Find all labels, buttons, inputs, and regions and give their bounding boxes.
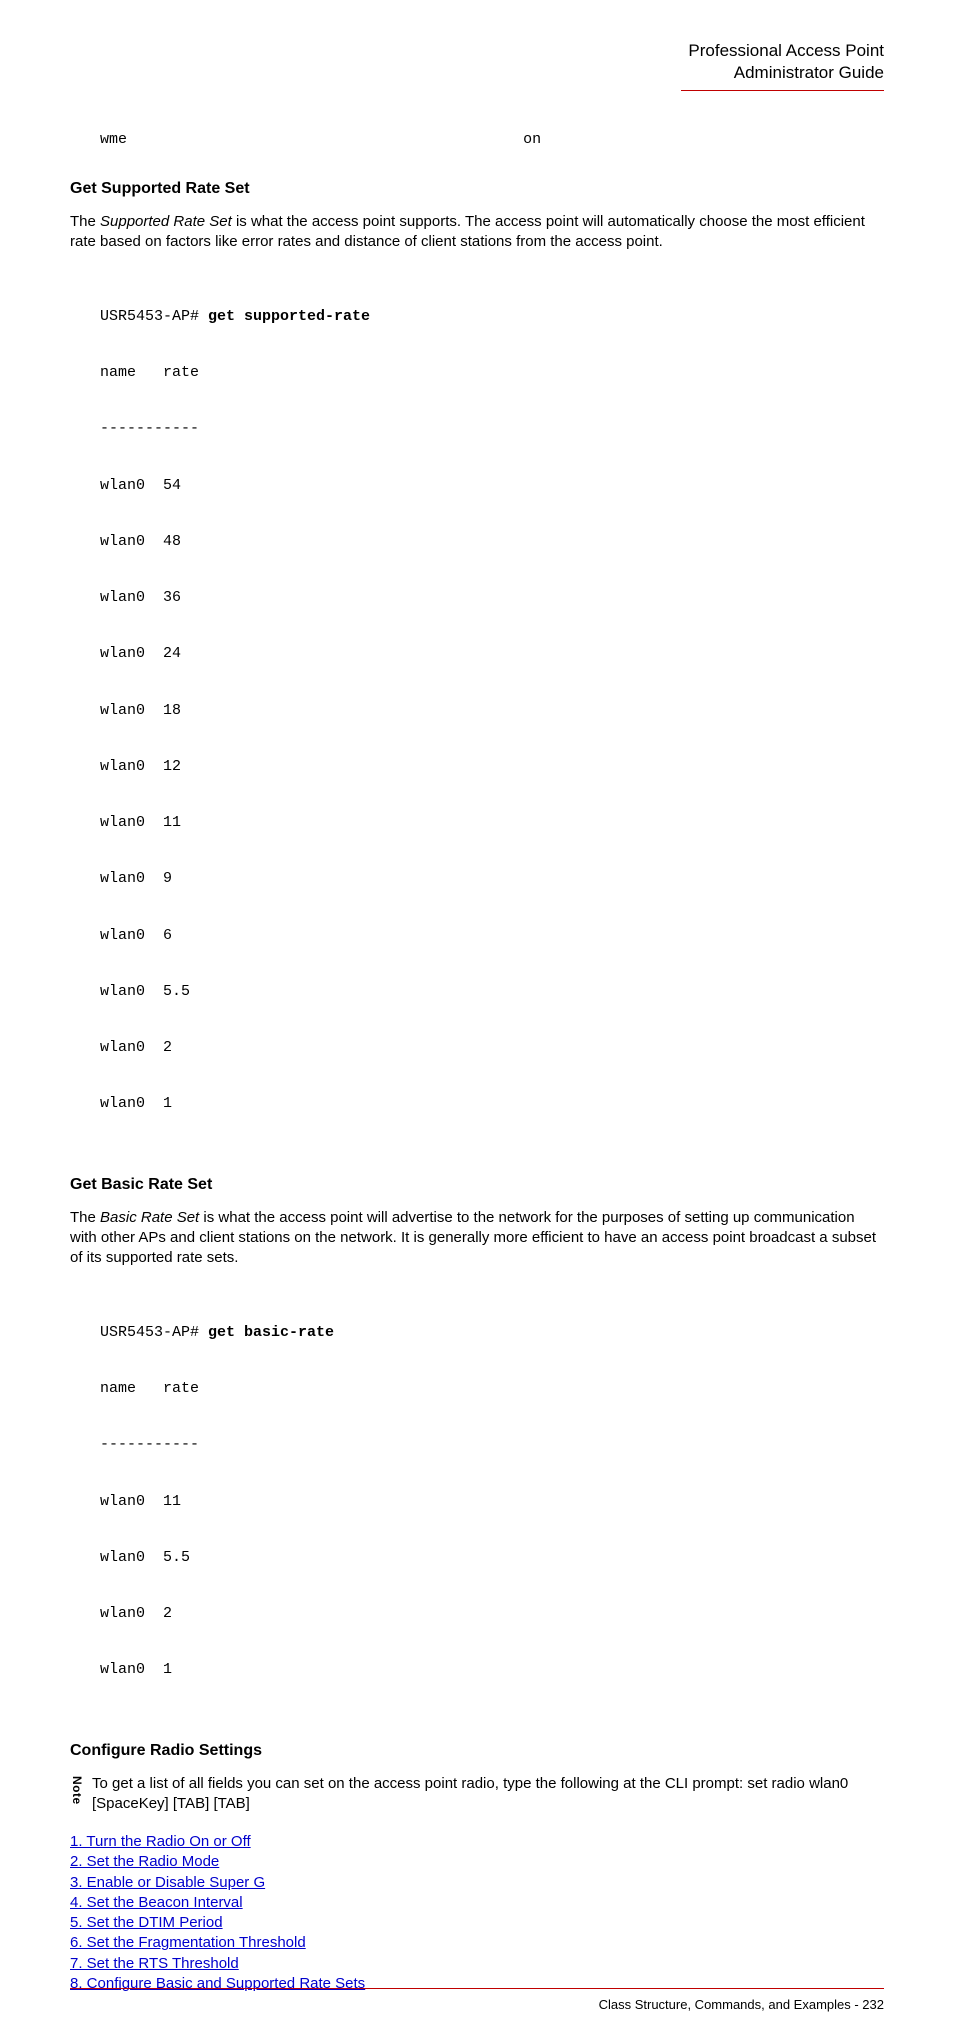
cli-row: wlan0 1 xyxy=(100,1095,884,1114)
cli-row: wlan0 48 xyxy=(100,533,884,552)
link-set-rts-threshold[interactable]: 7. Set the RTS Threshold xyxy=(70,1955,239,1972)
cli-row: wlan0 6 xyxy=(100,927,884,946)
cli-row: wlan0 2 xyxy=(100,1605,884,1624)
footer-text: Class Structure, Commands, and Examples … xyxy=(70,1997,884,2012)
cli-prompt: USR5453-AP# xyxy=(100,1324,208,1341)
header-title-2: Administrator Guide xyxy=(70,62,884,84)
cli-row: wlan0 9 xyxy=(100,870,884,889)
footer-rule xyxy=(70,1988,884,1989)
link-enable-disable-super-g[interactable]: 3. Enable or Disable Super G xyxy=(70,1874,265,1891)
italic-term: Supported Rate Set xyxy=(100,213,232,230)
link-set-radio-mode[interactable]: 2. Set the Radio Mode xyxy=(70,1853,219,1870)
note-text: To get a list of all fields you can set … xyxy=(92,1774,884,1815)
section-title-supported-rate: Get Supported Rate Set xyxy=(70,180,884,198)
cli-row: wlan0 5.5 xyxy=(100,983,884,1002)
link-set-fragmentation-threshold[interactable]: 6. Set the Fragmentation Threshold xyxy=(70,1934,306,1951)
wme-line: wme on xyxy=(100,131,884,150)
cli-row: wlan0 18 xyxy=(100,702,884,721)
italic-term: Basic Rate Set xyxy=(100,1209,199,1226)
note-block: Note To get a list of all fields you can… xyxy=(70,1774,884,1815)
cli-row: wlan0 5.5 xyxy=(100,1549,884,1568)
cli-row: wlan0 54 xyxy=(100,477,884,496)
cli-separator: ----------- xyxy=(100,1436,884,1455)
cli-row: wlan0 2 xyxy=(100,1039,884,1058)
section2-paragraph: The Basic Rate Set is what the access po… xyxy=(70,1208,884,1269)
section1-paragraph: The Supported Rate Set is what the acces… xyxy=(70,212,884,253)
wme-label: wme xyxy=(100,131,127,148)
cli-header: name rate xyxy=(100,364,884,383)
links-list: 1. Turn the Radio On or Off 2. Set the R… xyxy=(70,1832,884,1994)
cli-row: wlan0 12 xyxy=(100,758,884,777)
note-label: Note xyxy=(70,1774,92,1805)
cli-command: get basic-rate xyxy=(208,1324,334,1341)
link-turn-radio-on-off[interactable]: 1. Turn the Radio On or Off xyxy=(70,1833,251,1850)
link-set-dtim-period[interactable]: 5. Set the DTIM Period xyxy=(70,1914,223,1931)
codeblock-basic-rate: USR5453-AP# get basic-rate name rate ---… xyxy=(100,1286,884,1717)
link-set-beacon-interval[interactable]: 4. Set the Beacon Interval xyxy=(70,1894,243,1911)
cli-command: get supported-rate xyxy=(208,308,370,325)
cli-row: wlan0 36 xyxy=(100,589,884,608)
page-footer: Class Structure, Commands, and Examples … xyxy=(70,1988,884,2012)
wme-value: on xyxy=(523,131,541,148)
cli-row: wlan0 11 xyxy=(100,814,884,833)
cli-row: wlan0 1 xyxy=(100,1661,884,1680)
cli-row: wlan0 24 xyxy=(100,645,884,664)
header-title-1: Professional Access Point xyxy=(70,40,884,62)
cli-header: name rate xyxy=(100,1380,884,1399)
codeblock-supported-rate: USR5453-AP# get supported-rate name rate… xyxy=(100,270,884,1151)
cli-prompt: USR5453-AP# xyxy=(100,308,208,325)
page: Professional Access Point Administrator … xyxy=(0,0,954,2044)
section-title-basic-rate: Get Basic Rate Set xyxy=(70,1176,884,1194)
header-rule xyxy=(681,90,885,91)
section-title-configure-radio: Configure Radio Settings xyxy=(70,1742,884,1760)
cli-separator: ----------- xyxy=(100,420,884,439)
page-header: Professional Access Point Administrator … xyxy=(70,40,884,84)
cli-row: wlan0 11 xyxy=(100,1493,884,1512)
